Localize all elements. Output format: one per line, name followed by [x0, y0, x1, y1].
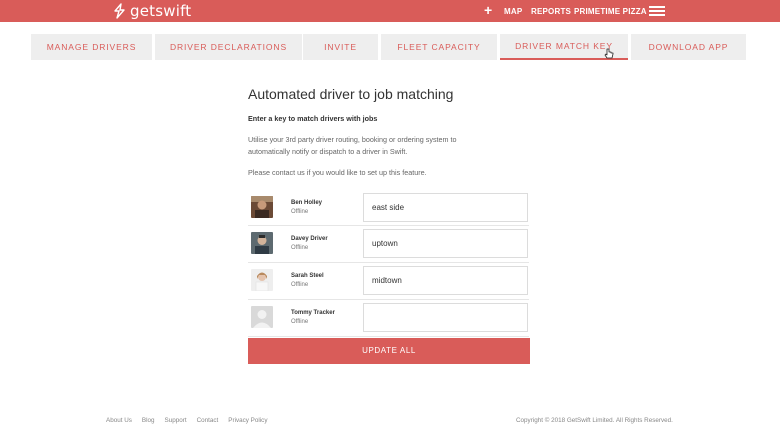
driver-key-input[interactable] [363, 229, 528, 258]
footer-link-support[interactable]: Support [165, 417, 187, 424]
driver-status: Offline [291, 319, 309, 325]
driver-key-input[interactable] [363, 266, 528, 295]
driver-name: Ben Holley [291, 200, 323, 206]
update-all-button[interactable]: UPDATE ALL [248, 338, 530, 364]
footer-link-contact[interactable]: Contact [197, 417, 219, 424]
tab-manage-drivers[interactable]: MANAGE DRIVERS [31, 34, 152, 60]
nav-link-reports[interactable]: REPORTS [531, 7, 571, 16]
tab-fleet-capacity[interactable]: FLEET CAPACITY [381, 34, 497, 60]
tab-invite[interactable]: INVITE [303, 34, 378, 60]
page-subtitle: Enter a key to match drivers with jobs [248, 114, 378, 123]
driver-key-input[interactable] [363, 303, 528, 332]
match-key-panel: Automated driver to job matching Enter a… [248, 86, 538, 177]
driver-avatar [251, 196, 273, 218]
plus-icon[interactable]: + [484, 2, 492, 18]
copyright-text: Copyright © 2018 GetSwift Limited. All R… [516, 417, 673, 424]
brand-name: getswift [130, 2, 192, 20]
driver-row: Tommy Tracker Offline [248, 300, 529, 337]
driver-avatar [251, 232, 273, 254]
driver-name: Tommy Tracker [291, 310, 335, 316]
getswift-logo-icon [114, 3, 125, 19]
brand-logo[interactable]: getswift [112, 2, 191, 20]
tab-driver-declarations[interactable]: DRIVER DECLARATIONS [155, 34, 302, 60]
nav-link-map[interactable]: MAP [504, 7, 522, 16]
driver-avatar [251, 269, 273, 291]
top-bar: getswift + MAP REPORTS PRIMETIME PIZZA [0, 0, 780, 22]
default-avatar-icon [251, 306, 273, 328]
hand-cursor-icon [604, 48, 614, 59]
description-line-2: automatically notify or dispatch to a dr… [248, 147, 408, 156]
driver-status: Offline [291, 282, 309, 288]
footer-link-privacy[interactable]: Privacy Policy [228, 417, 267, 424]
description-line-1: Utilise your 3rd party driver routing, b… [248, 135, 457, 144]
nav-link-account[interactable]: PRIMETIME PIZZA [574, 7, 647, 16]
hamburger-icon[interactable] [649, 6, 665, 16]
driver-row: Ben Holley Offline [248, 189, 529, 226]
driver-row: Davey Driver Offline [248, 226, 529, 263]
driver-row: Sarah Steel Offline [248, 263, 529, 300]
driver-name: Davey Driver [291, 236, 328, 242]
footer-link-about[interactable]: About Us [106, 417, 132, 424]
footer-links: About Us Blog Support Contact Privacy Po… [106, 417, 267, 424]
tab-download-app[interactable]: DOWNLOAD APP [631, 34, 746, 60]
driver-list: Ben Holley Offline Davey Driver Offline … [248, 189, 529, 337]
footer-link-blog[interactable]: Blog [142, 417, 155, 424]
contact-note: Please contact us if you would like to s… [248, 168, 427, 177]
driver-name: Sarah Steel [291, 273, 324, 279]
driver-key-input[interactable] [363, 193, 528, 222]
page-title: Automated driver to job matching [248, 86, 454, 102]
driver-status: Offline [291, 209, 309, 215]
driver-status: Offline [291, 245, 309, 251]
